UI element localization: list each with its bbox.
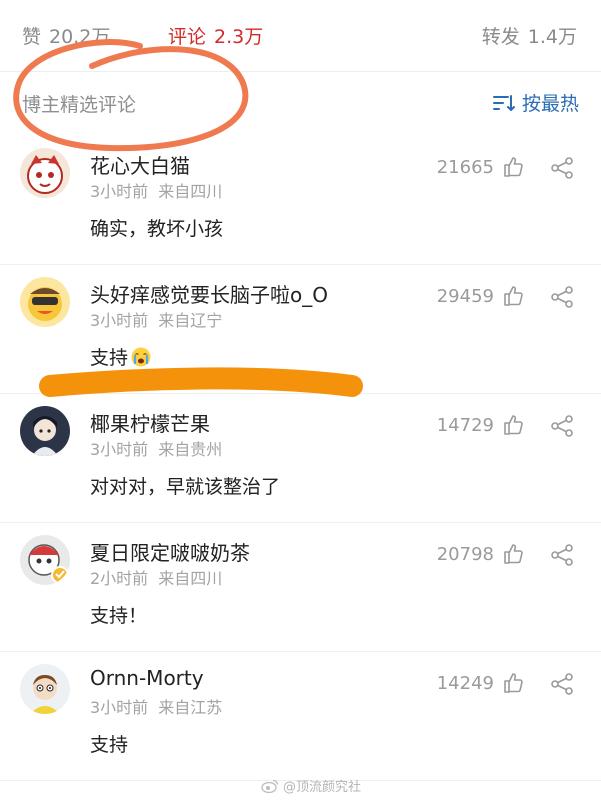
comments-tab[interactable]: 评论 2.3万 [168, 22, 263, 49]
weibo-logo-icon [261, 779, 279, 793]
comments-count: 2.3万 [214, 26, 264, 48]
like-count: 21665 [436, 157, 494, 178]
comment-meta: 3小时前 来自贵州 [90, 436, 222, 460]
watermark-text: @顶流颜究社 [282, 780, 361, 795]
comments-label: 评论 [168, 26, 207, 48]
cartoon-avatar-icon[interactable] [20, 535, 70, 585]
anime-avatar-icon[interactable] [20, 406, 70, 456]
comment-item: 椰果柠檬芒果 3小时前 来自贵州 对对对，早就该整治了 14729 [0, 394, 601, 523]
share-icon[interactable] [549, 155, 575, 181]
comment-text: 支持！ [90, 605, 148, 627]
comment-text: 确实，教坏小孩 [90, 218, 224, 240]
filter-bar: 博主精选评论 按最热 [0, 72, 601, 136]
crying-face-emoji [131, 347, 151, 367]
reposts-label: 转发 [481, 26, 520, 48]
comment-item: 头好痒感觉要长脑子啦o_O 3小时前 来自辽宁 支持 29459 [0, 265, 601, 394]
comment-location: 来自四川 [158, 182, 223, 201]
comment-location: 来自辽宁 [158, 311, 223, 330]
likes-tab[interactable]: 赞 20.2万 [22, 22, 110, 49]
like-count: 14729 [436, 415, 494, 436]
comment-time: 3小时前 [90, 440, 149, 459]
sort-button[interactable]: 按最热 [492, 89, 579, 116]
likes-label: 赞 [22, 26, 42, 48]
watermark: @顶流颜究社 [261, 776, 361, 795]
like-count: 29459 [436, 286, 494, 307]
reposts-count: 1.4万 [527, 26, 577, 48]
comment-text: 对对对，早就该整治了 [90, 476, 281, 498]
comment-meta: 3小时前 来自辽宁 [90, 307, 222, 331]
comment-item: 夏日限定啵啵奶茶 2小时前 来自四川 支持！ 20798 [0, 523, 601, 652]
thumbs-up-icon[interactable] [501, 671, 525, 695]
thumbs-up-icon[interactable] [501, 155, 525, 179]
comment-time: 3小时前 [90, 182, 149, 201]
cat-avatar-icon[interactable] [20, 148, 70, 198]
morty-avatar-icon[interactable] [20, 664, 70, 714]
share-icon[interactable] [549, 542, 575, 568]
comment-item: 花心大白猫 3小时前 来自四川 确实，教坏小孩 21665 [0, 136, 601, 265]
comment-username[interactable]: 夏日限定啵啵奶茶 [90, 537, 250, 566]
share-icon[interactable] [549, 671, 575, 697]
comment-text: 支持 [90, 343, 152, 370]
comment-username[interactable]: 花心大白猫 [90, 150, 190, 179]
share-icon[interactable] [549, 413, 575, 439]
comment-time: 2小时前 [90, 569, 149, 588]
thumbs-up-icon[interactable] [501, 284, 525, 308]
reposts-tab[interactable]: 转发 1.4万 [482, 22, 577, 49]
comment-text-body: 支持 [90, 347, 129, 369]
comment-username[interactable]: Ornn-Morty [90, 666, 204, 690]
sort-label: 按最热 [521, 93, 579, 115]
share-icon[interactable] [549, 284, 575, 310]
comment-time: 3小时前 [90, 698, 149, 717]
like-count: 14249 [436, 673, 494, 694]
likes-count: 20.2万 [49, 26, 111, 48]
comment-meta: 3小时前 来自江苏 [90, 694, 222, 718]
stats-bar: 赞 20.2万 评论 2.3万 转发 1.4万 [0, 0, 601, 72]
thumbs-up-icon[interactable] [501, 413, 525, 437]
comment-username[interactable]: 头好痒感觉要长脑子啦o_O [90, 279, 328, 308]
comment-location: 来自江苏 [158, 698, 223, 717]
comment-location: 来自四川 [158, 569, 223, 588]
thumbs-up-icon[interactable] [501, 542, 525, 566]
comment-text: 支持 [90, 734, 129, 756]
comment-username[interactable]: 椰果柠檬芒果 [90, 408, 210, 437]
comment-time: 3小时前 [90, 311, 149, 330]
comment-meta: 3小时前 来自四川 [90, 178, 222, 202]
sort-icon [492, 94, 515, 111]
comment-item: Ornn-Morty 3小时前 来自江苏 支持 14249 [0, 652, 601, 781]
comment-meta: 2小时前 来自四川 [90, 565, 222, 589]
duck-avatar-icon[interactable] [20, 277, 70, 327]
comment-list: 花心大白猫 3小时前 来自四川 确实，教坏小孩 21665 头好痒感觉要长脑子啦o… [0, 136, 601, 781]
featured-comments-title: 博主精选评论 [22, 94, 137, 116]
comment-location: 来自贵州 [158, 440, 223, 459]
like-count: 20798 [436, 544, 494, 565]
